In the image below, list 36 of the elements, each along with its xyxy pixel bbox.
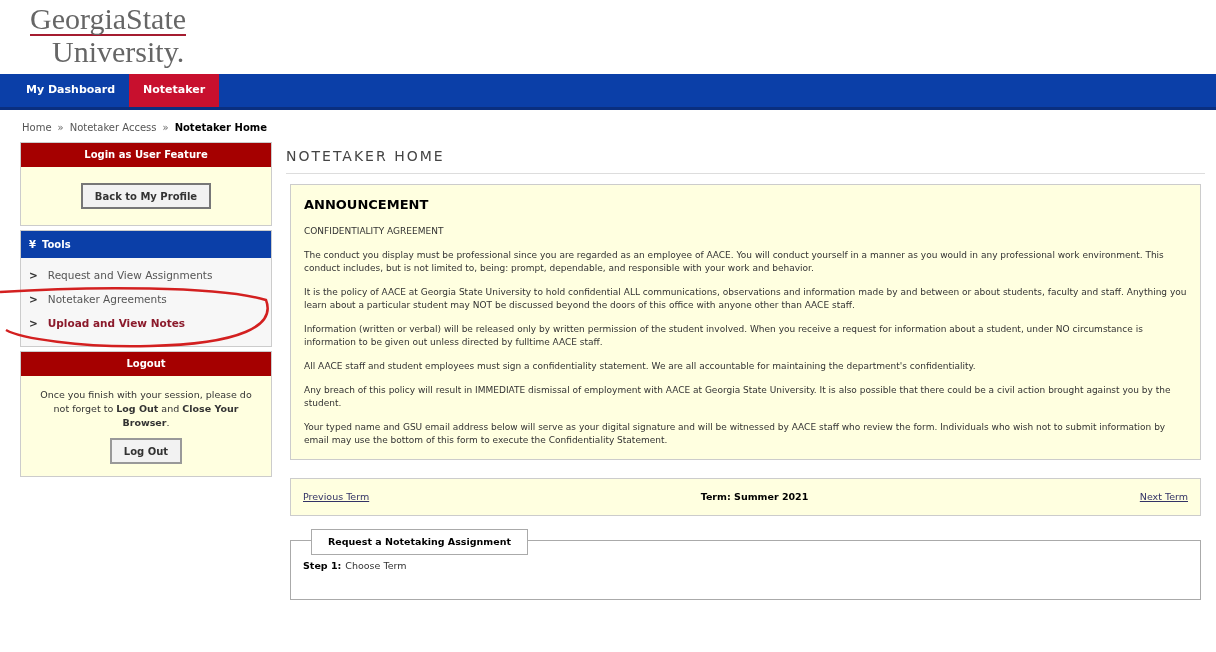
fieldset-legend: Request a Notetaking Assignment [311, 529, 528, 555]
announcement-paragraph: All AACE staff and student employees must sign a confidentiality statement. We are all accountable for maintaining the department's confidentiality. [304, 360, 977, 373]
chevron-icon: > [29, 292, 38, 308]
announcement-subtitle: CONFIDENTIALITY AGREEMENT [304, 224, 445, 238]
panel-header: Login as User Feature [21, 143, 271, 167]
nav-tab[interactable]: Notetaker [129, 74, 220, 107]
step-text: Choose Term [345, 559, 407, 573]
chevron-icon: > [29, 316, 38, 332]
breadcrumb-link[interactable]: Notetaker Access [69, 119, 157, 135]
tools-link[interactable]: Request and View Assignments [47, 268, 213, 284]
breadcrumb-separator: » [57, 120, 64, 135]
logout-message: Once you finish with your session, please do not forget to Log Out and Close Your Browser. [39, 388, 253, 430]
page-title: NOTETAKER HOME [286, 146, 1205, 174]
previous-term-link[interactable]: Previous Term [303, 489, 370, 505]
nav-tab[interactable]: My Dashboard [12, 74, 130, 107]
tools-link[interactable]: Notetaker Agreements [47, 292, 167, 308]
announcement-paragraph: Any breach of this policy will result in IMMEDIATE dismissal of employment with AACE at Georgia State University. It is also possible that there could be a civil action brought against you by the student. [304, 384, 1172, 410]
announcement-title: ANNOUNCEMENT [304, 196, 430, 214]
announcement-paragraph: It is the policy of AACE at Georgia State University to hold confidential ALL communications, observations and information made by and between or about students, faculty and staff. Anything you learn about a particular student may NOT be discussed beyond the doors of this office with anyone other than AACE staff. [304, 286, 1187, 312]
announcement-paragraph: Your typed name and GSU email address below will serve as your digital signature and will be witnessed by AACE staff who review the form. Individuals who wish not to submit information by email may use the bottom of this form to execute the Confidentiality Statement. [304, 421, 1167, 447]
panel-header: Logout [21, 352, 271, 376]
tools-link[interactable]: Upload and View Notes [47, 316, 186, 332]
log-out-button[interactable]: Log Out [109, 438, 183, 464]
panel-title: Tools [41, 238, 71, 252]
current-term: Term: Summer 2021 [700, 489, 809, 504]
next-term-link[interactable]: Next Term [1139, 489, 1188, 505]
breadcrumb-separator: » [162, 120, 169, 135]
step-label: Step 1: [303, 559, 342, 573]
collapse-icon[interactable]: ¥ [29, 237, 36, 252]
breadcrumb-link[interactable]: Home [22, 119, 52, 135]
announcement-paragraph: The conduct you display must be professional since you are regarded as an employee of AACE. You will conduct yourself in a manner as you would in any professional work environment. This conduct includes, but is not limited to, being: prompt, dependable, and responsible with your work and behavior. [304, 249, 1165, 275]
announcement-paragraph: Information (written or verbal) will be released only by written permission of the student involved. When you receive a request for information about a student, under NO circumstance is information to be given out unless directed by fulltime AACE staff. [304, 323, 1144, 349]
back-to-profile-button[interactable]: Back to My Profile [80, 183, 212, 209]
chevron-icon: > [29, 268, 38, 284]
breadcrumb-current: Notetaker Home [174, 120, 267, 135]
logo[interactable]: GeorgiaState University. [30, 4, 187, 70]
